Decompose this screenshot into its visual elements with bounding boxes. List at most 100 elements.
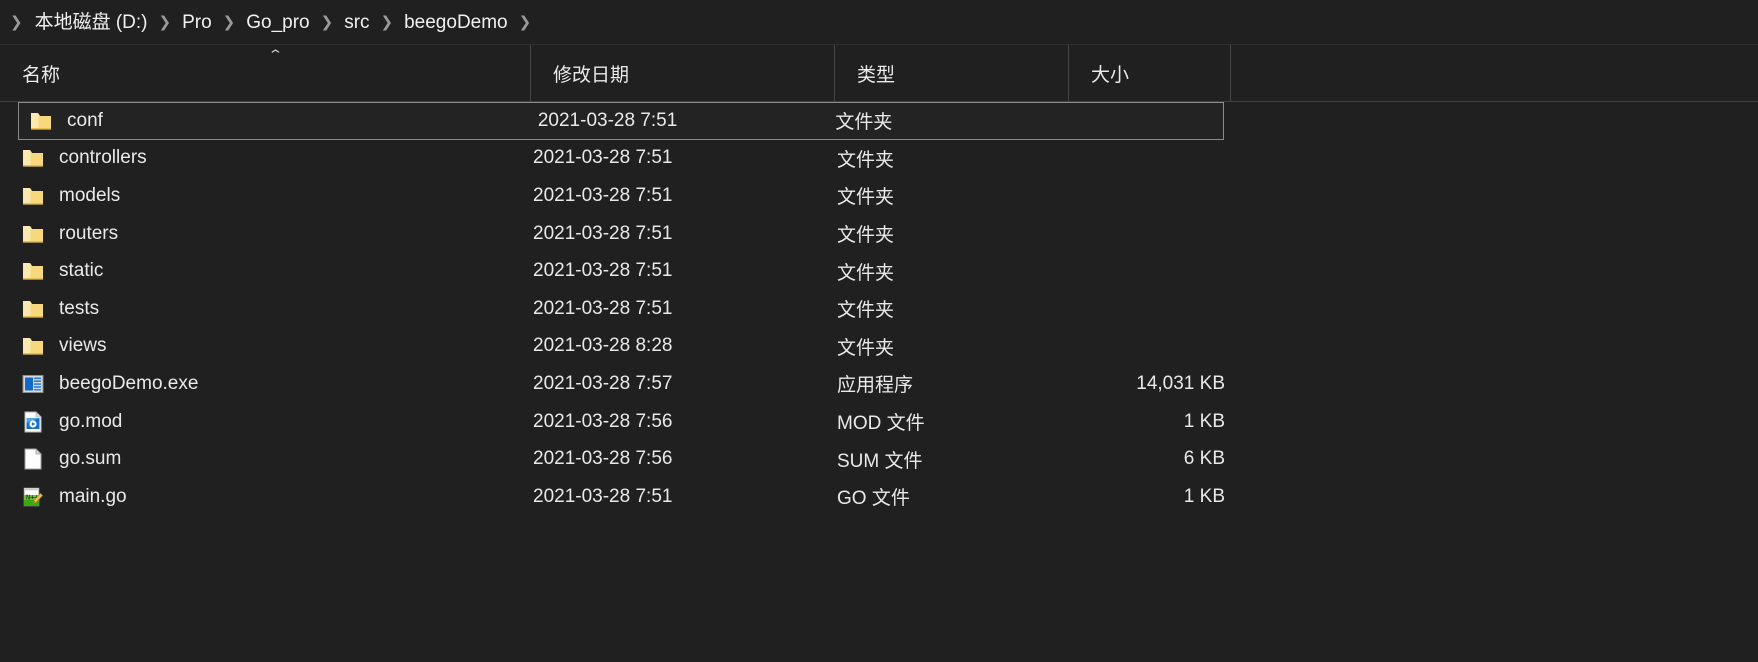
table-row[interactable]: N++ main.go 2021-03-28 7:51 GO 文件 1 KB	[2, 478, 1756, 516]
media-file-icon	[21, 410, 45, 434]
file-type-label: 文件夹	[837, 262, 895, 284]
file-type-label: 文件夹	[837, 300, 895, 322]
file-name-label: beegoDemo.exe	[59, 372, 199, 394]
file-type-label: 应用程序	[837, 375, 914, 397]
column-header-type[interactable]: 类型	[834, 45, 1068, 101]
column-header-row: ⌃ 名称 修改日期 类型 大小	[0, 45, 1758, 102]
file-name-cell[interactable]: controllers	[13, 146, 533, 170]
file-name-cell[interactable]: routers	[13, 222, 533, 246]
breadcrumb-item-go-pro[interactable]: Go_pro	[244, 10, 311, 35]
file-name-cell[interactable]: N++ main.go	[13, 485, 533, 509]
table-row[interactable]: go.mod 2021-03-28 7:56 MOD 文件 1 KB	[2, 403, 1756, 441]
column-header-date-modified[interactable]: 修改日期	[530, 45, 834, 101]
file-type-label: SUM 文件	[837, 450, 923, 472]
file-date-cell: 2021-03-28 7:51	[533, 486, 837, 508]
breadcrumb-separator-icon[interactable]: ❯	[510, 15, 541, 30]
file-date-label: 2021-03-28 7:51	[533, 147, 673, 169]
file-size-label: 14,031 KB	[1136, 372, 1225, 394]
file-type-label: 文件夹	[837, 225, 895, 247]
sort-ascending-caret-icon: ⌃	[267, 47, 284, 62]
file-date-label: 2021-03-28 7:51	[533, 485, 673, 507]
table-row[interactable]: tests 2021-03-28 7:51 文件夹	[2, 290, 1756, 328]
file-date-cell: 2021-03-28 7:56	[533, 448, 837, 470]
column-header-size-label: 大小	[1091, 64, 1130, 86]
file-name-cell[interactable]: tests	[13, 297, 533, 321]
file-date-cell: 2021-03-28 8:28	[533, 335, 837, 357]
breadcrumb-item-drive[interactable]: 本地磁盘 (D:)	[33, 10, 150, 35]
folder-icon	[21, 259, 45, 283]
table-row[interactable]: models 2021-03-28 7:51 文件夹	[2, 177, 1756, 215]
file-type-label: GO 文件	[837, 488, 910, 510]
breadcrumb-separator-icon[interactable]: ❯	[150, 15, 181, 30]
file-date-label: 2021-03-28 7:51	[533, 222, 673, 244]
file-type-label: 文件夹	[837, 187, 895, 209]
file-type-cell: 文件夹	[837, 295, 1071, 322]
file-date-label: 2021-03-28 7:57	[533, 372, 673, 394]
table-row[interactable]: conf 2021-03-28 7:51 文件夹	[18, 102, 1224, 140]
table-row[interactable]: views 2021-03-28 8:28 文件夹	[2, 328, 1756, 366]
file-name-cell[interactable]: static	[13, 259, 533, 283]
file-type-label: 文件夹	[837, 337, 895, 359]
file-date-label: 2021-03-28 7:56	[533, 448, 673, 470]
file-date-cell: 2021-03-28 7:56	[533, 411, 837, 433]
folder-icon	[21, 146, 45, 170]
file-type-label: MOD 文件	[837, 413, 925, 435]
table-row[interactable]: beegoDemo.exe 2021-03-28 7:57 应用程序 14,031 K…	[2, 365, 1756, 403]
file-type-cell: 文件夹	[837, 182, 1071, 209]
file-name-label: routers	[59, 222, 119, 244]
file-type-cell: 文件夹	[837, 220, 1071, 247]
file-size-label: 6 KB	[1183, 448, 1225, 470]
table-row[interactable]: go.sum 2021-03-28 7:56 SUM 文件 6 KB	[2, 440, 1756, 478]
file-name-cell[interactable]: conf	[29, 109, 538, 133]
breadcrumb-item-pro[interactable]: Pro	[180, 10, 214, 35]
file-date-cell: 2021-03-28 7:51	[533, 223, 837, 245]
file-list[interactable]: conf 2021-03-28 7:51 文件夹 controllers 2021-03…	[0, 102, 1758, 516]
column-header-end-divider	[1230, 45, 1231, 101]
file-type-cell: 文件夹	[837, 145, 1071, 172]
file-type-cell: SUM 文件	[837, 446, 1071, 473]
file-type-cell: 文件夹	[837, 258, 1071, 285]
breadcrumb[interactable]: ❯ 本地磁盘 (D:) ❯ Pro ❯ Go_pro ❯ src ❯ beego…	[0, 0, 1758, 45]
file-type-cell: MOD 文件	[837, 408, 1071, 435]
file-date-label: 2021-03-28 7:51	[533, 184, 673, 206]
file-name-cell[interactable]: models	[13, 184, 533, 208]
application-icon	[21, 372, 45, 396]
file-name-cell[interactable]: go.mod	[13, 410, 533, 434]
file-name-cell[interactable]: beegoDemo.exe	[13, 372, 533, 396]
file-type-label: 文件夹	[835, 112, 893, 134]
file-name-label: go.sum	[59, 448, 122, 470]
file-name-label: go.mod	[59, 410, 123, 432]
file-date-cell: 2021-03-28 7:51	[533, 260, 837, 282]
file-date-label: 2021-03-28 7:51	[533, 260, 673, 282]
table-row[interactable]: static 2021-03-28 7:51 文件夹	[2, 252, 1756, 290]
column-header-type-label: 类型	[857, 64, 896, 86]
breadcrumb-separator-icon[interactable]: ❯	[312, 15, 343, 30]
breadcrumb-separator-icon[interactable]: ❯	[214, 15, 245, 30]
breadcrumb-item-beegodemo[interactable]: beegoDemo	[402, 10, 510, 35]
breadcrumb-separator-icon[interactable]: ❯	[372, 15, 403, 30]
column-header-name[interactable]: ⌃ 名称	[0, 45, 530, 101]
column-header-size[interactable]: 大小	[1068, 45, 1230, 101]
file-date-cell: 2021-03-28 7:51	[538, 110, 835, 132]
notepadpp-icon: N++	[21, 485, 45, 509]
file-date-cell: 2021-03-28 7:51	[533, 185, 837, 207]
file-date-cell: 2021-03-28 7:51	[533, 298, 837, 320]
column-header-date-label: 修改日期	[553, 64, 630, 86]
file-name-cell[interactable]: go.sum	[13, 447, 533, 471]
table-row[interactable]: controllers 2021-03-28 7:51 文件夹	[2, 140, 1756, 178]
breadcrumb-item-src[interactable]: src	[342, 10, 371, 35]
table-row[interactable]: routers 2021-03-28 7:51 文件夹	[2, 215, 1756, 253]
file-name-label: controllers	[59, 147, 147, 169]
file-date-cell: 2021-03-28 7:57	[533, 373, 837, 395]
file-type-cell: 文件夹	[837, 333, 1071, 360]
file-date-label: 2021-03-28 7:51	[533, 297, 673, 319]
folder-icon	[21, 222, 45, 246]
file-name-label: conf	[67, 109, 103, 131]
file-type-cell: 应用程序	[837, 370, 1071, 397]
file-name-cell[interactable]: views	[13, 334, 533, 358]
file-date-label: 2021-03-28 7:51	[537, 109, 678, 131]
file-size-cell: 14,031 KB	[1071, 373, 1233, 395]
file-size-label: 1 KB	[1183, 485, 1225, 507]
folder-icon	[21, 297, 45, 321]
file-type-cell: 文件夹	[835, 107, 1064, 134]
